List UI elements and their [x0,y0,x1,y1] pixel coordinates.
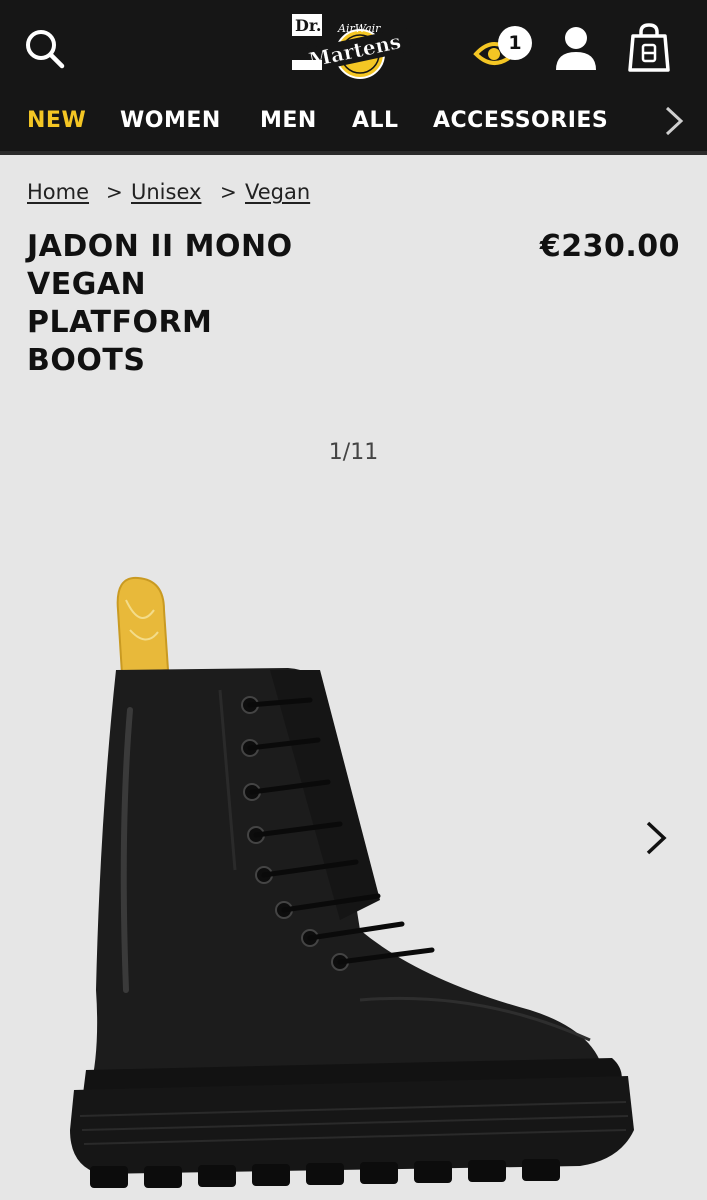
site-header: Dr. AirWair Martens 1 NEW WOMEN MEN ALL … [0,0,707,155]
search-icon [26,30,65,69]
product-title-line: PLATFORM [27,305,213,340]
breadcrumb-link-vegan[interactable]: Vegan [245,180,310,204]
gallery-counter: 1/11 [328,440,379,465]
product-image-gallery[interactable]: 1/11 [0,400,707,1200]
recently-viewed-count-badge: 1 [498,26,532,60]
nav-item-accessories[interactable]: ACCESSORIES [433,108,608,133]
nav-item-men[interactable]: MEN [260,108,317,133]
nav-item-new[interactable]: NEW [27,108,86,133]
chevron-right-icon [665,106,684,136]
dr-martens-logo-icon: Dr. AirWair Martens [292,14,412,79]
gallery-next-button[interactable] [640,818,672,858]
chevron-right-icon [646,821,667,855]
nav-item-women[interactable]: WOMEN [120,108,221,133]
user-icon [556,27,596,70]
product-title: JADON II MONO VEGAN PLATFORM BOOTS [27,228,387,380]
logo-script-text: AirWair [337,22,381,35]
product-image [70,576,634,1188]
breadcrumb-link-home[interactable]: Home [27,180,89,204]
product-title-line: BOOTS [27,343,146,378]
search-button[interactable] [22,26,66,70]
breadcrumb-separator: > [220,180,237,204]
brand-logo[interactable]: Dr. AirWair Martens [288,12,418,84]
breadcrumb-separator: > [106,180,123,204]
product-title-line: JADON II MONO [27,229,293,264]
breadcrumb-link-unisex[interactable]: Unisex [131,180,201,204]
logo-dr-text: Dr. [295,16,321,35]
nav-scroll-right-button[interactable] [662,104,686,138]
shopping-bag-icon [628,23,670,72]
product-price: €230.00 [539,229,680,264]
shopping-bag-button[interactable] [626,22,672,74]
nav-item-all[interactable]: ALL [352,108,399,133]
account-button[interactable] [554,24,598,72]
product-title-line: VEGAN [27,267,147,302]
main-navigation: NEW WOMEN MEN ALL ACCESSORIES [0,100,707,144]
